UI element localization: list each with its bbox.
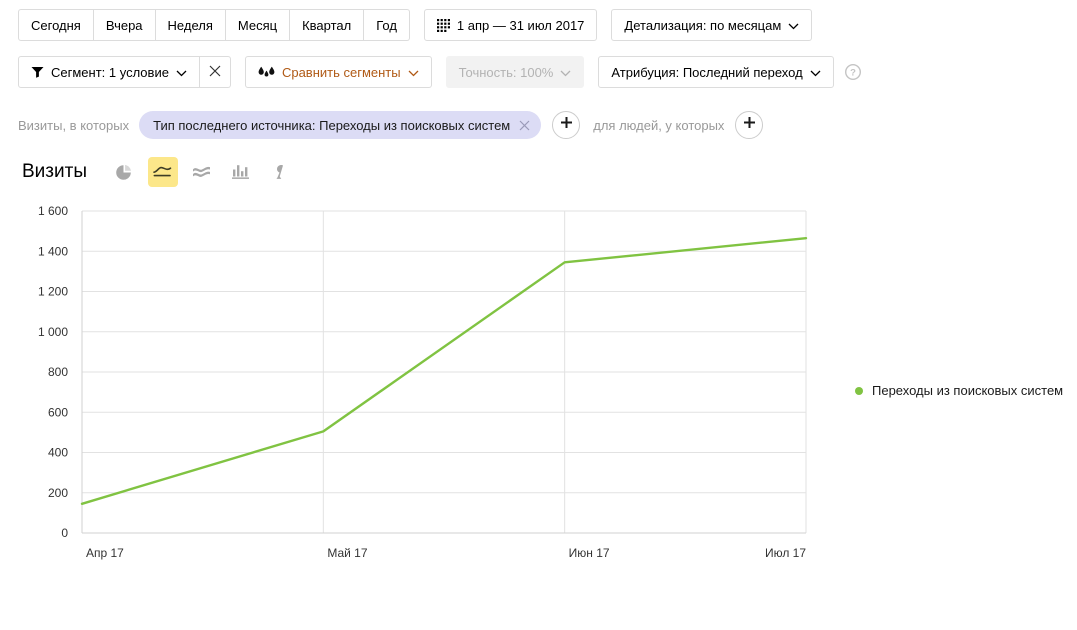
chevron-down-icon	[560, 66, 571, 79]
attribution-label: Атрибуция: Последний переход	[611, 66, 802, 79]
y-axis-tick-label: 0	[61, 526, 68, 540]
period-button-week[interactable]: Неделя	[156, 9, 226, 41]
bar-chart-icon[interactable]	[226, 157, 256, 187]
date-range-label: 1 апр — 31 июл 2017	[457, 19, 584, 32]
x-axis-tick-label: Май 17	[327, 546, 368, 560]
filter-prefix-label: Визиты, в которых	[18, 118, 129, 133]
help-circle-icon[interactable]: ?	[845, 64, 861, 80]
segment-button[interactable]: Сегмент: 1 условие	[18, 56, 200, 88]
y-axis-tick-label: 1 200	[38, 285, 68, 299]
compare-drops-icon	[258, 66, 275, 79]
accuracy-label: Точность: 100%	[459, 66, 554, 79]
attribution-button[interactable]: Атрибуция: Последний переход	[598, 56, 833, 88]
chart-series-line[interactable]	[82, 238, 806, 504]
filter-row: Визиты, в которых Тип последнего источни…	[0, 108, 1077, 142]
chevron-down-icon	[176, 66, 187, 79]
y-axis-tick-label: 600	[48, 405, 68, 419]
compare-segments-button[interactable]: Сравнить сегменты	[245, 56, 432, 88]
close-icon[interactable]	[519, 120, 530, 131]
y-axis-tick-label: 800	[48, 365, 68, 379]
add-person-condition-button[interactable]	[735, 111, 763, 139]
plus-icon	[743, 116, 756, 134]
toolbar-segment-row: Сегмент: 1 условие Сравнить сегменты	[0, 54, 1077, 90]
segment-clear-button[interactable]	[200, 56, 231, 88]
period-button-group: Сегодня Вчера Неделя Месяц Квартал Год	[18, 9, 410, 41]
chart-header: Визиты	[0, 155, 1077, 189]
calendar-grid-icon	[437, 19, 450, 32]
area-stack-chart-icon[interactable]	[187, 157, 217, 187]
filter-chip-source-type[interactable]: Тип последнего источника: Переходы из по…	[139, 111, 541, 139]
pie-chart-icon[interactable]	[109, 157, 139, 187]
svg-text:?: ?	[850, 68, 856, 79]
plus-icon	[560, 116, 573, 134]
chart-legend: Переходы из поисковых систем	[855, 383, 1063, 398]
accuracy-button[interactable]: Точность: 100%	[446, 56, 585, 88]
chevron-down-icon	[810, 66, 821, 79]
legend-color-swatch	[855, 387, 863, 395]
segment-control-group: Сегмент: 1 условие	[18, 56, 231, 88]
period-button-yesterday[interactable]: Вчера	[94, 9, 156, 41]
line-chart-icon[interactable]	[148, 157, 178, 187]
page-title: Визиты	[22, 161, 87, 183]
x-axis-tick-label: Июн 17	[569, 546, 610, 560]
segment-label: Сегмент: 1 условие	[51, 66, 169, 79]
toolbar-period-row: Сегодня Вчера Неделя Месяц Квартал Год	[0, 7, 1077, 43]
funnel-icon	[31, 66, 44, 78]
y-axis-tick-label: 200	[48, 486, 68, 500]
chevron-down-icon	[408, 66, 419, 79]
detail-level-label: Детализация: по месяцам	[624, 19, 781, 32]
add-visit-condition-button[interactable]	[552, 111, 580, 139]
close-icon	[209, 65, 221, 79]
period-button-year[interactable]: Год	[364, 9, 410, 41]
chart-container: 0 200 400 600 800 1 000 1 200 1 400 1 600 Апр 17 М…	[0, 195, 1077, 585]
period-button-quarter[interactable]: Квартал	[290, 9, 364, 41]
detail-level-button[interactable]: Детализация: по месяцам	[611, 9, 812, 41]
date-range-button[interactable]: 1 апр — 31 июл 2017	[424, 9, 597, 41]
x-axis-tick-label: Апр 17	[86, 546, 124, 560]
y-axis-tick-label: 1 000	[38, 325, 68, 339]
period-button-today[interactable]: Сегодня	[18, 9, 94, 41]
filter-chip-label: Тип последнего источника: Переходы из по…	[153, 118, 510, 133]
x-axis-tick-label: Июл 17	[765, 546, 806, 560]
compare-segments-label: Сравнить сегменты	[282, 66, 401, 79]
y-axis-tick-label: 1 600	[38, 204, 68, 218]
chevron-down-icon	[788, 19, 799, 32]
map-pin-icon[interactable]	[265, 157, 295, 187]
y-axis-tick-label: 1 400	[38, 244, 68, 258]
legend-label: Переходы из поисковых систем	[872, 383, 1063, 398]
filter-middle-label: для людей, у которых	[593, 118, 724, 133]
y-axis-tick-label: 400	[48, 446, 68, 460]
period-button-month[interactable]: Месяц	[226, 9, 290, 41]
